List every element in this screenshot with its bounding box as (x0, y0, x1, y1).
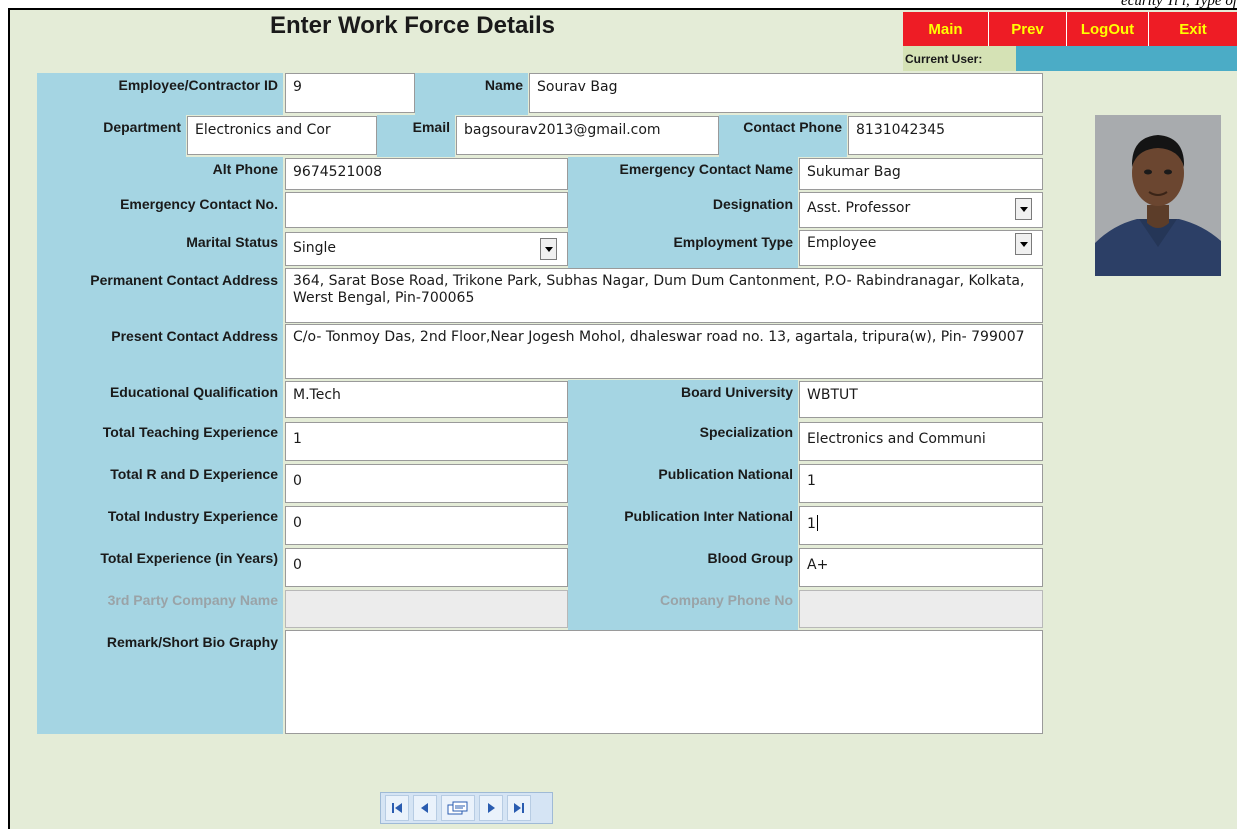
permanent-address-label: Permanent Contact Address (37, 268, 283, 324)
new-record-button[interactable] (441, 795, 475, 821)
alt-phone-label: Alt Phone (37, 157, 283, 192)
publication-international-value: 1 (807, 516, 816, 532)
main-button[interactable]: Main (903, 12, 989, 46)
publication-international-label: Publication Inter National (568, 504, 798, 546)
board-university-label: Board University (568, 380, 798, 420)
publication-national-field[interactable]: 1 (799, 464, 1043, 503)
third-party-company-label: 3rd Party Company Name (37, 588, 283, 630)
permanent-address-field[interactable]: 364, Sarat Bose Road, Trikone Park, Subh… (285, 268, 1043, 323)
present-address-label: Present Contact Address (37, 324, 283, 380)
department-label: Department (37, 115, 186, 157)
specialization-label: Specialization (568, 420, 798, 462)
rd-experience-field[interactable]: 0 (285, 464, 568, 503)
record-navigation (380, 792, 553, 824)
marital-status-select[interactable]: Single (285, 232, 568, 266)
employment-type-dropdown-button[interactable] (1015, 233, 1032, 255)
current-user-value (1016, 46, 1237, 71)
exit-button[interactable]: Exit (1149, 12, 1237, 46)
contact-phone-label: Contact Phone (719, 115, 847, 157)
name-label: Name (415, 73, 528, 115)
blood-group-label: Blood Group (568, 546, 798, 588)
rd-experience-label: Total R and D Experience (37, 462, 283, 504)
remark-label: Remark/Short Bio Graphy (37, 630, 283, 734)
industry-experience-label: Total Industry Experience (37, 504, 283, 546)
logout-button[interactable]: LogOut (1067, 12, 1149, 46)
text-cursor (816, 515, 818, 531)
contact-phone-field[interactable]: 8131042345 (848, 116, 1043, 155)
teaching-experience-label: Total Teaching Experience (37, 420, 283, 462)
marital-status-dropdown-button[interactable] (540, 238, 557, 260)
teaching-experience-field[interactable]: 1 (285, 422, 568, 461)
first-record-icon (392, 803, 402, 813)
page-title: Enter Work Force Details (270, 12, 555, 39)
current-user-label: Current User: (903, 46, 1016, 71)
total-experience-field[interactable]: 0 (285, 548, 568, 587)
first-record-button[interactable] (385, 795, 409, 821)
employee-id-label: Employee/Contractor ID (37, 73, 283, 115)
last-record-icon (514, 803, 524, 813)
employee-id-field[interactable]: 9 (285, 73, 415, 113)
next-record-button[interactable] (479, 795, 503, 821)
emergency-contact-no-field[interactable] (285, 192, 568, 228)
email-field[interactable]: bagsourav2013@gmail.com (456, 116, 719, 155)
marital-status-label: Marital Status (37, 230, 283, 268)
alt-phone-field[interactable]: 9674521008 (285, 158, 568, 190)
educational-qualification-field[interactable]: M.Tech (285, 381, 568, 418)
industry-experience-field[interactable]: 0 (285, 506, 568, 545)
department-field[interactable]: Electronics and Cor (187, 116, 377, 155)
specialization-field[interactable]: Electronics and Communi (799, 422, 1043, 461)
emergency-contact-name-field[interactable]: Sukumar Bag (799, 158, 1043, 190)
next-record-icon (488, 803, 495, 813)
email-label: Email (377, 115, 455, 157)
employee-photo (1095, 115, 1221, 276)
third-party-company-field (285, 590, 568, 628)
designation-select[interactable]: Asst. Professor (799, 192, 1043, 228)
prev-button[interactable]: Prev (989, 12, 1067, 46)
board-university-field[interactable]: WBTUT (799, 381, 1043, 418)
clipped-header-text: ecurity Ti l, Type of (1121, 0, 1237, 8)
name-field[interactable]: Sourav Bag (529, 73, 1043, 113)
remark-field[interactable] (285, 630, 1043, 734)
total-experience-label: Total Experience (in Years) (37, 546, 283, 588)
emergency-contact-name-label: Emergency Contact Name (568, 157, 798, 192)
employee-photo-image (1095, 115, 1221, 276)
present-address-field[interactable]: C/o- Tonmoy Das, 2nd Floor,Near Jogesh M… (285, 324, 1043, 379)
previous-record-icon (421, 803, 428, 813)
designation-label: Designation (568, 192, 798, 230)
publication-national-label: Publication National (568, 462, 798, 504)
employment-type-select[interactable]: Employee (799, 230, 1043, 266)
publication-international-field[interactable]: 1 (799, 506, 1043, 545)
company-phone-field (799, 590, 1043, 628)
previous-record-button[interactable] (413, 795, 437, 821)
company-phone-label: Company Phone No (568, 588, 798, 630)
last-record-button[interactable] (507, 795, 531, 821)
designation-dropdown-button[interactable] (1015, 198, 1032, 220)
employment-type-label: Employment Type (568, 230, 798, 268)
blood-group-field[interactable]: A+ (799, 548, 1043, 587)
educational-qualification-label: Educational Qualification (37, 380, 283, 420)
emergency-contact-no-label: Emergency Contact No. (37, 192, 283, 230)
new-record-icon (447, 801, 468, 815)
